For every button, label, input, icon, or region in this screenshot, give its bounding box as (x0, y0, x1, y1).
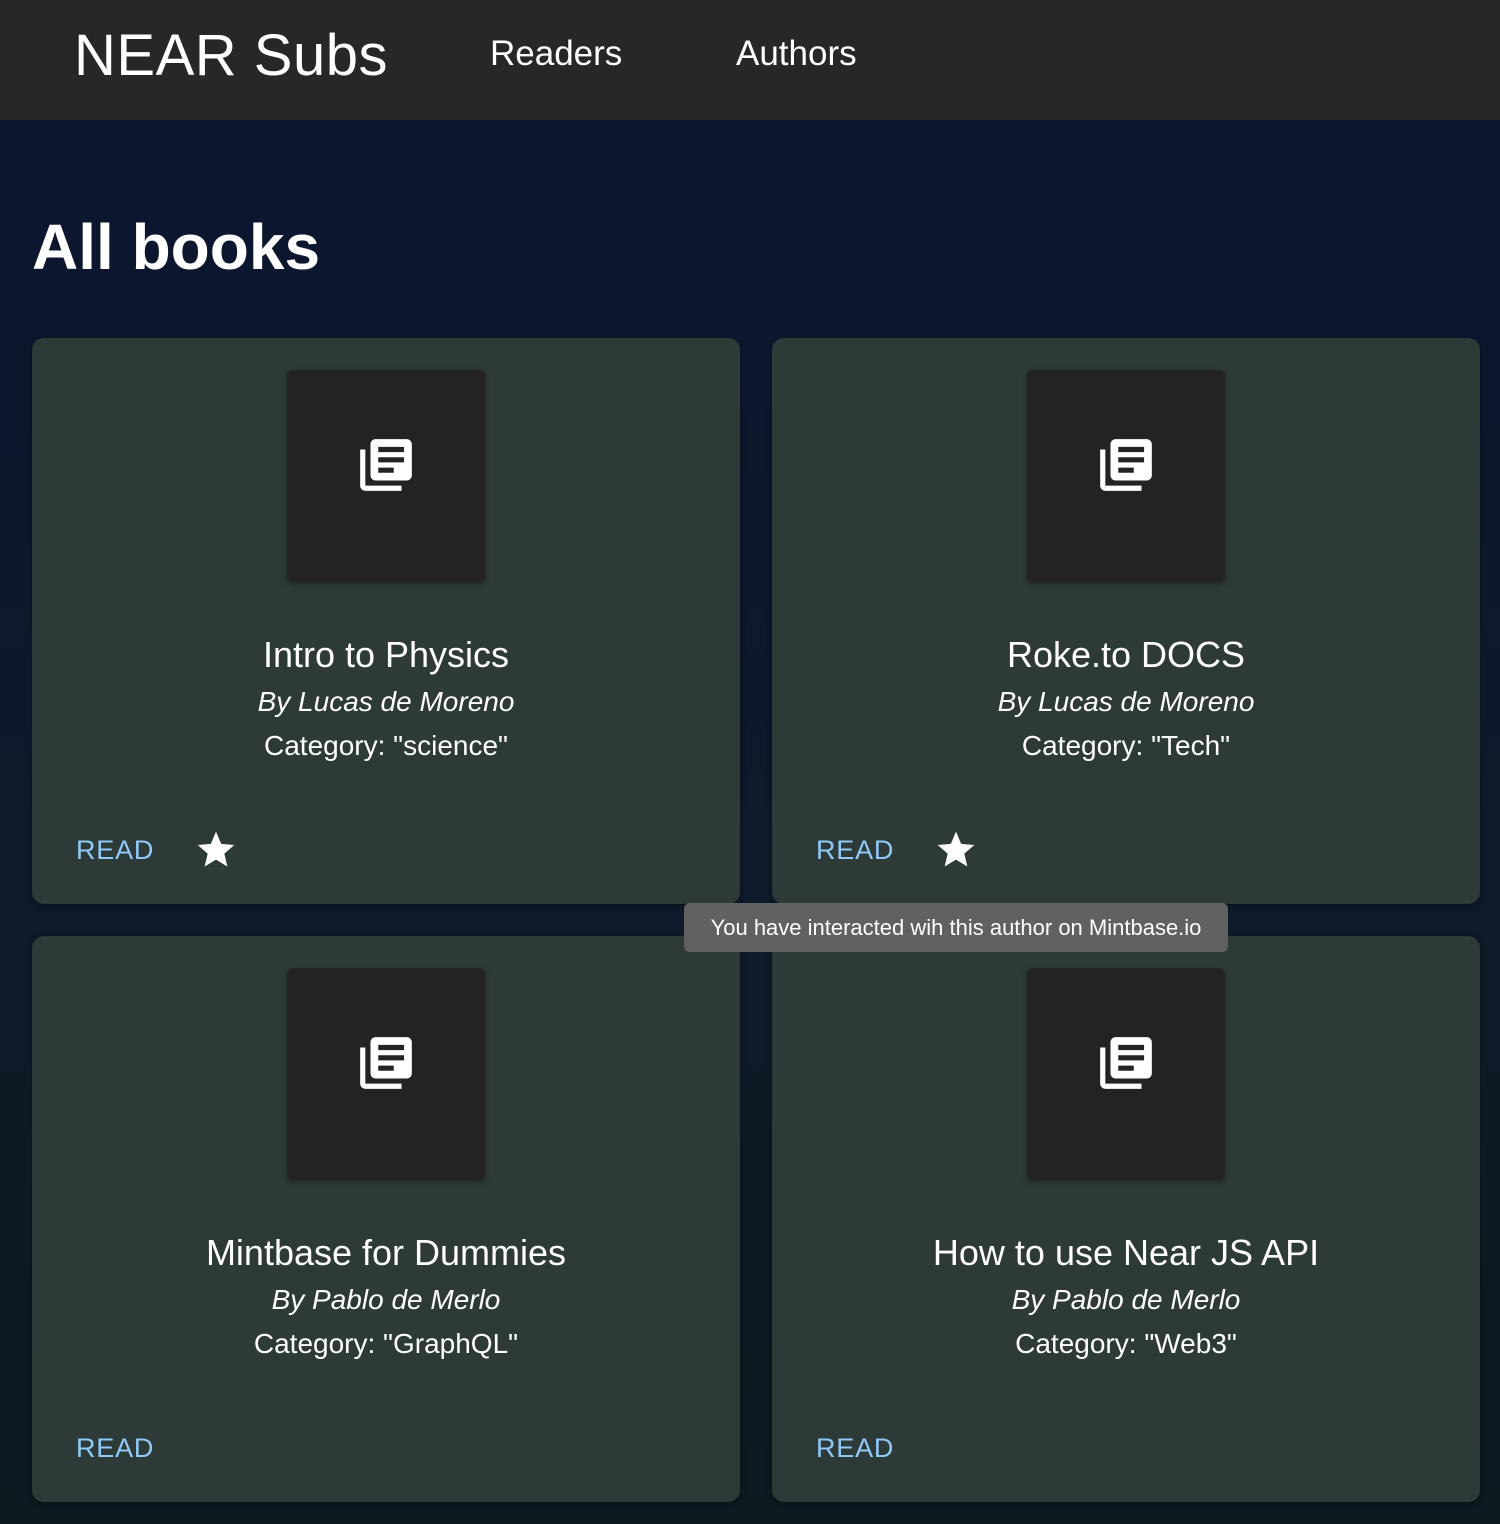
app-bar: NEAR Subs Readers Authors (0, 0, 1500, 120)
book-cover (1027, 968, 1225, 1180)
book-author: By Lucas de Moreno (257, 686, 515, 717)
book-title: Intro to Physics (262, 634, 510, 675)
library-books-icon (355, 1036, 417, 1099)
book-title: Roke.to DOCS (1006, 634, 1246, 675)
book-cover (1027, 370, 1225, 582)
book-card: Intro to Physics By Lucas de Moreno Cate… (32, 338, 740, 904)
book-category: Category: "Tech" (1021, 730, 1231, 761)
book-card: Roke.to DOCS By Lucas de Moreno Category… (772, 338, 1480, 904)
book-category: Category: "Web3" (1015, 1328, 1237, 1359)
library-books-icon (355, 438, 417, 501)
author-tooltip: You have interacted wih this author on M… (684, 903, 1228, 952)
book-card: How to use Near JS API By Pablo de Merlo… (772, 936, 1480, 1502)
book-author: By Pablo de Merlo (1011, 1284, 1241, 1315)
book-title: How to use Near JS API (932, 1232, 1320, 1273)
library-books-icon (1095, 438, 1157, 501)
read-button[interactable]: READ (816, 835, 894, 866)
book-category: Category: "science" (264, 730, 508, 761)
read-button[interactable]: READ (76, 1433, 154, 1464)
star-icon (934, 828, 978, 877)
read-button[interactable]: READ (816, 1433, 894, 1464)
page-title: All books (32, 211, 321, 283)
nav-authors-link[interactable]: Authors (736, 34, 857, 74)
favorite-button[interactable] (192, 828, 240, 876)
read-button[interactable]: READ (76, 835, 154, 866)
nav-readers-link[interactable]: Readers (490, 34, 622, 74)
library-books-icon (1095, 1036, 1157, 1099)
star-icon (194, 828, 238, 877)
book-category: Category: "GraphQL" (253, 1328, 519, 1359)
brand-title[interactable]: NEAR Subs (74, 22, 388, 89)
favorite-button[interactable] (932, 828, 980, 876)
book-author: By Lucas de Moreno (997, 686, 1255, 717)
book-author: By Pablo de Merlo (271, 1284, 501, 1315)
book-card: Mintbase for Dummies By Pablo de Merlo C… (32, 936, 740, 1502)
book-cover (287, 370, 485, 582)
book-cover (287, 968, 485, 1180)
book-title: Mintbase for Dummies (205, 1232, 567, 1273)
